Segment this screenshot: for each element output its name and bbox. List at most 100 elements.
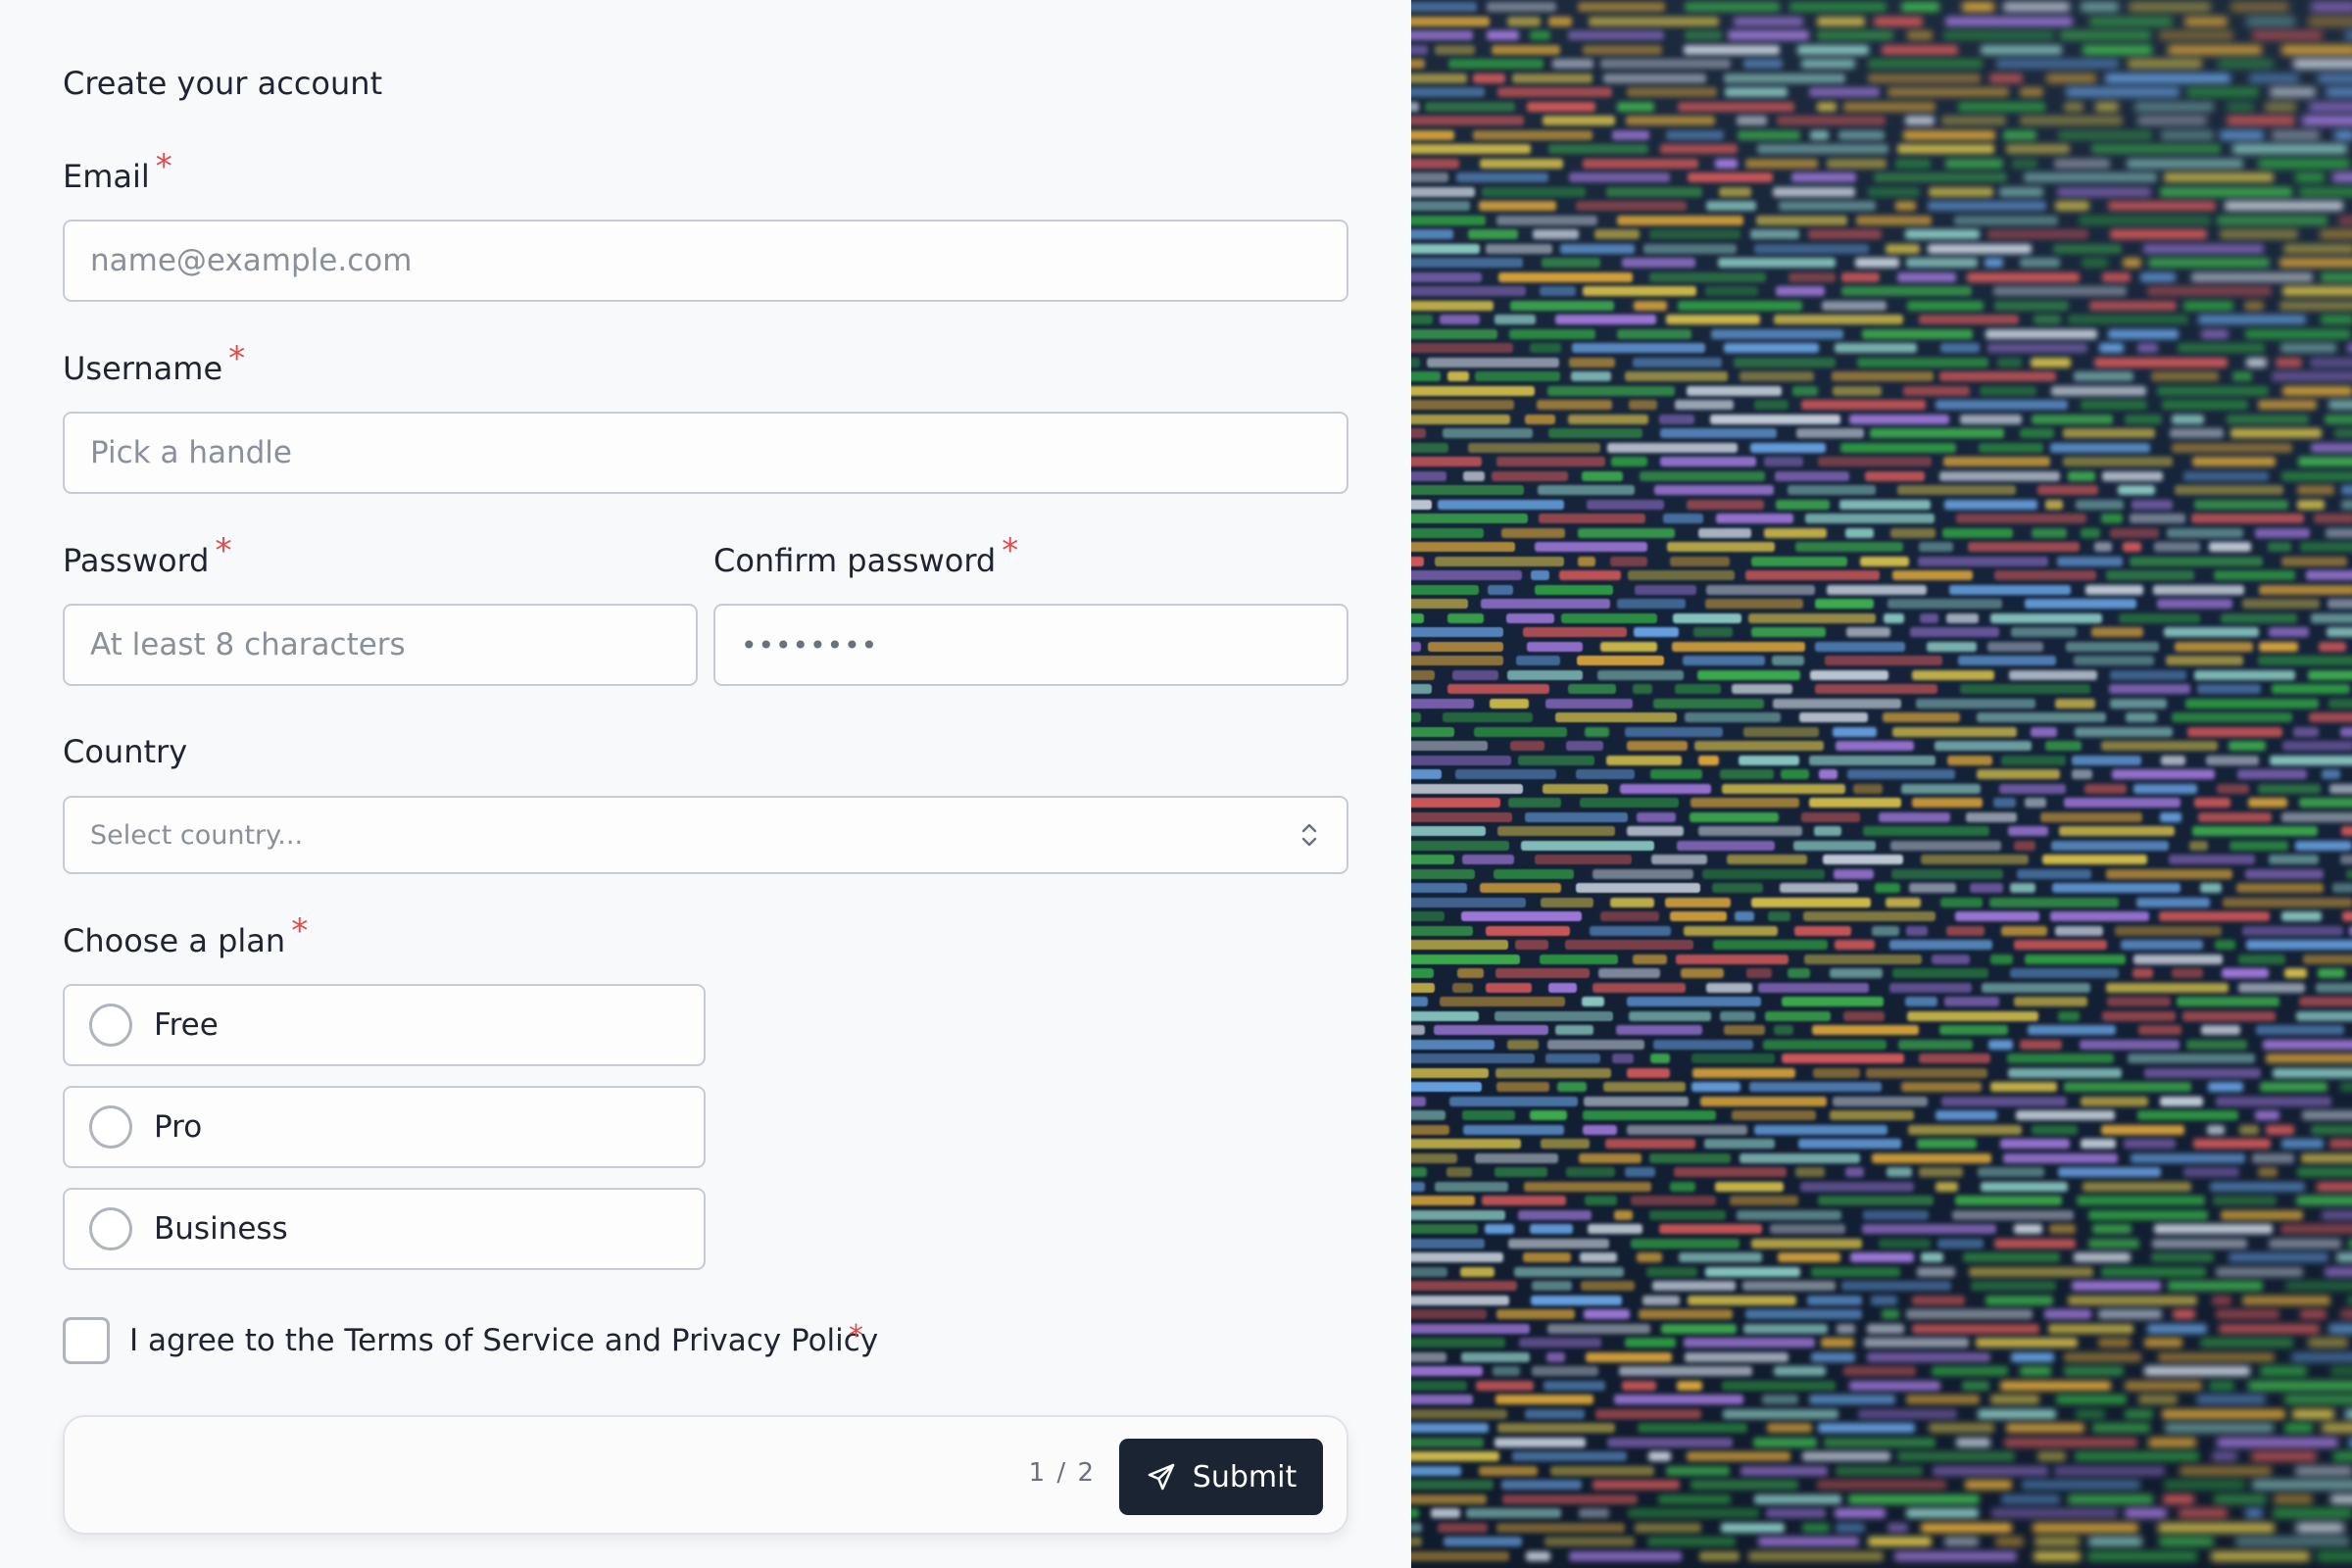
plan-option-pro[interactable]: Pro	[63, 1086, 706, 1168]
code-fragment	[2268, 627, 2310, 637]
code-fragment	[1566, 1167, 1616, 1177]
code-fragment	[1665, 129, 1725, 140]
code-fragment	[2106, 997, 2171, 1006]
plan-option-business[interactable]: Business	[63, 1188, 706, 1270]
code-fragment	[2265, 101, 2296, 112]
code-fragment	[1955, 911, 2040, 921]
code-fragment	[1459, 1266, 1494, 1277]
code-fragment	[2186, 87, 2259, 97]
code-fragment	[2268, 542, 2292, 552]
code-fragment	[1463, 1124, 1564, 1135]
code-fragment	[1411, 726, 1455, 737]
code-fragment	[1939, 343, 1981, 353]
code-fragment	[1751, 1238, 1862, 1249]
code-fragment	[2173, 1309, 2195, 1319]
code-fragment	[1411, 954, 1520, 964]
country-select[interactable]: Select country...	[63, 796, 1348, 874]
submit-button[interactable]: Submit	[1119, 1439, 1323, 1515]
code-fragment	[1905, 1508, 1979, 1518]
code-fragment	[2121, 940, 2203, 950]
code-fragment	[2314, 514, 2352, 523]
code-fragment	[1575, 769, 1635, 779]
code-fragment	[1592, 982, 1686, 993]
code-fragment	[1411, 1323, 1531, 1334]
terms-checkbox[interactable]	[63, 1317, 110, 1364]
code-fragment	[1510, 300, 1615, 311]
code-fragment	[1640, 470, 1766, 481]
code-fragment	[1772, 656, 1804, 665]
code-fragment	[1560, 612, 1657, 623]
username-field[interactable]: Pick a handle	[63, 412, 1348, 494]
code-fragment	[1919, 315, 2020, 324]
code-fragment	[2033, 1522, 2138, 1533]
code-fragment	[2020, 1039, 2062, 1050]
code-fragment	[2147, 258, 2270, 268]
password-field[interactable]: At least 8 characters	[63, 604, 698, 686]
code-fragment	[1986, 229, 2088, 239]
code-fragment	[1579, 1152, 1642, 1163]
code-fragment	[1571, 371, 1611, 381]
code-fragment	[1838, 129, 1886, 140]
code-fragment	[2306, 570, 2352, 580]
code-fragment	[1968, 542, 2081, 552]
radio-button[interactable]	[89, 1207, 132, 1250]
code-fragment	[1517, 755, 1595, 765]
code-fragment	[2255, 1110, 2280, 1120]
required-marker: *	[1002, 531, 1019, 570]
code-fragment	[1542, 258, 1600, 268]
code-fragment	[1821, 1338, 1855, 1348]
code-fragment	[2003, 2, 2071, 12]
code-fragment	[1774, 315, 1904, 324]
code-fragment	[2020, 116, 2123, 125]
code-fragment	[2019, 87, 2043, 97]
code-fragment	[1493, 1366, 1520, 1376]
email-field[interactable]: name@example.com	[63, 220, 1348, 302]
code-fragment	[2322, 1423, 2352, 1433]
code-fragment	[2187, 726, 2282, 737]
confirm-password-field[interactable]: ••••••••	[713, 604, 1348, 686]
code-fragment	[1841, 1281, 1951, 1291]
code-fragment	[1665, 1465, 1730, 1476]
code-fragment	[1753, 1124, 1887, 1135]
code-fragment	[1524, 414, 1556, 424]
code-fragment	[1554, 315, 1656, 324]
code-fragment	[1822, 855, 1903, 864]
code-fragment	[1411, 783, 1524, 794]
code-fragment	[2005, 1423, 2084, 1433]
code-fragment	[1919, 612, 1939, 623]
code-fragment	[2000, 925, 2048, 936]
code-fragment	[1531, 1295, 1622, 1305]
code-fragment	[1936, 1110, 1997, 1120]
code-fragment	[1648, 271, 1767, 282]
code-fragment	[1839, 499, 1932, 510]
required-marker: *	[155, 147, 172, 186]
code-fragment	[1411, 1408, 1507, 1419]
code-fragment	[1425, 101, 1516, 112]
terms-label[interactable]: I agree to the Terms of Service and Priv…	[129, 1323, 878, 1358]
code-fragment	[1578, 2, 1665, 12]
radio-button[interactable]	[89, 1004, 132, 1047]
code-fragment	[1995, 1537, 2024, 1546]
code-fragment	[1626, 741, 1689, 751]
code-fragment	[1512, 1451, 1627, 1461]
code-fragment	[1980, 44, 2062, 55]
code-fragment	[1411, 1124, 1449, 1135]
code-fragment	[1933, 1465, 2048, 1476]
plan-option-free[interactable]: Free	[63, 984, 706, 1066]
code-fragment	[1993, 798, 2016, 808]
code-fragment	[2257, 1167, 2278, 1177]
code-fragment	[1638, 1309, 1734, 1319]
code-fragment	[1906, 925, 1928, 936]
code-fragment	[1582, 1110, 1716, 1120]
code-fragment	[2128, 59, 2203, 69]
code-fragment	[2025, 798, 2047, 808]
code-fragment	[1568, 172, 1671, 182]
code-fragment	[1753, 243, 1870, 254]
code-fragment	[2055, 1395, 2128, 1404]
code-fragment	[2296, 1167, 2352, 1177]
code-fragment	[1524, 1181, 1652, 1192]
code-fragment	[1411, 470, 1447, 481]
radio-button[interactable]	[89, 1105, 132, 1149]
code-fragment	[1582, 286, 1697, 296]
code-fragment	[2125, 414, 2162, 424]
